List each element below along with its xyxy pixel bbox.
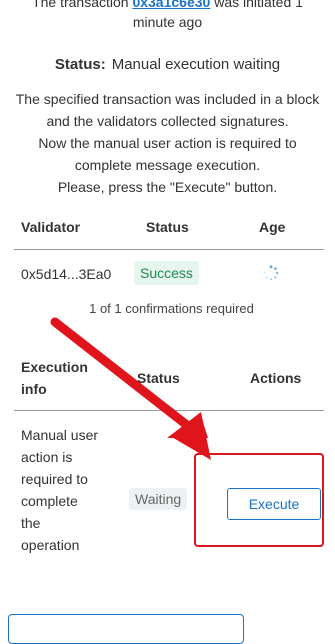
transaction-intro-prefix: The transaction — [32, 0, 133, 10]
transaction-intro-suffix: was initiated 1 — [210, 0, 303, 10]
transaction-hash-link[interactable]: 0x3a1c6e30 — [132, 0, 210, 10]
validators-header-divider — [14, 249, 324, 250]
execution-header-divider — [14, 410, 324, 411]
success-status-badge: Success — [134, 261, 199, 285]
status-value: Manual execution waiting — [111, 56, 281, 73]
description-line: complete message execution. — [74, 157, 261, 173]
validators-header-validator: Validator — [21, 219, 81, 235]
status-description: The specified transaction was included i… — [0, 88, 335, 198]
bottom-action-button[interactable] — [8, 614, 244, 644]
description-line: and the validators collected signatures. — [46, 113, 289, 129]
waiting-status-badge: Waiting — [129, 488, 188, 510]
execution-header-status: Status — [137, 370, 180, 386]
description-line: Now the manual user action is required t… — [38, 135, 297, 151]
status-label: Status: — [54, 56, 106, 73]
execution-info-text: Manual user action is required to comple… — [21, 427, 99, 553]
validators-header-age: Age — [259, 219, 286, 235]
execution-header-actions: Actions — [250, 370, 302, 386]
validators-header-status: Status — [146, 219, 189, 235]
validator-address: 0x5d14...3Ea0 — [21, 266, 112, 282]
execute-button[interactable]: Execute — [227, 488, 321, 520]
status-line: Status: Manual execution waiting — [0, 56, 335, 73]
description-line: The specified transaction was included i… — [15, 91, 320, 107]
confirmations-note: 1 of 1 confirmations required — [89, 301, 254, 316]
loading-spinner-icon — [264, 265, 279, 281]
description-line: Please, press the "Execute" button. — [57, 179, 278, 195]
transaction-age: minute ago — [132, 14, 203, 30]
transaction-intro: The transaction 0x3a1c6e30 was initiated… — [0, 0, 335, 32]
execution-header-info: Execution info — [21, 359, 88, 397]
